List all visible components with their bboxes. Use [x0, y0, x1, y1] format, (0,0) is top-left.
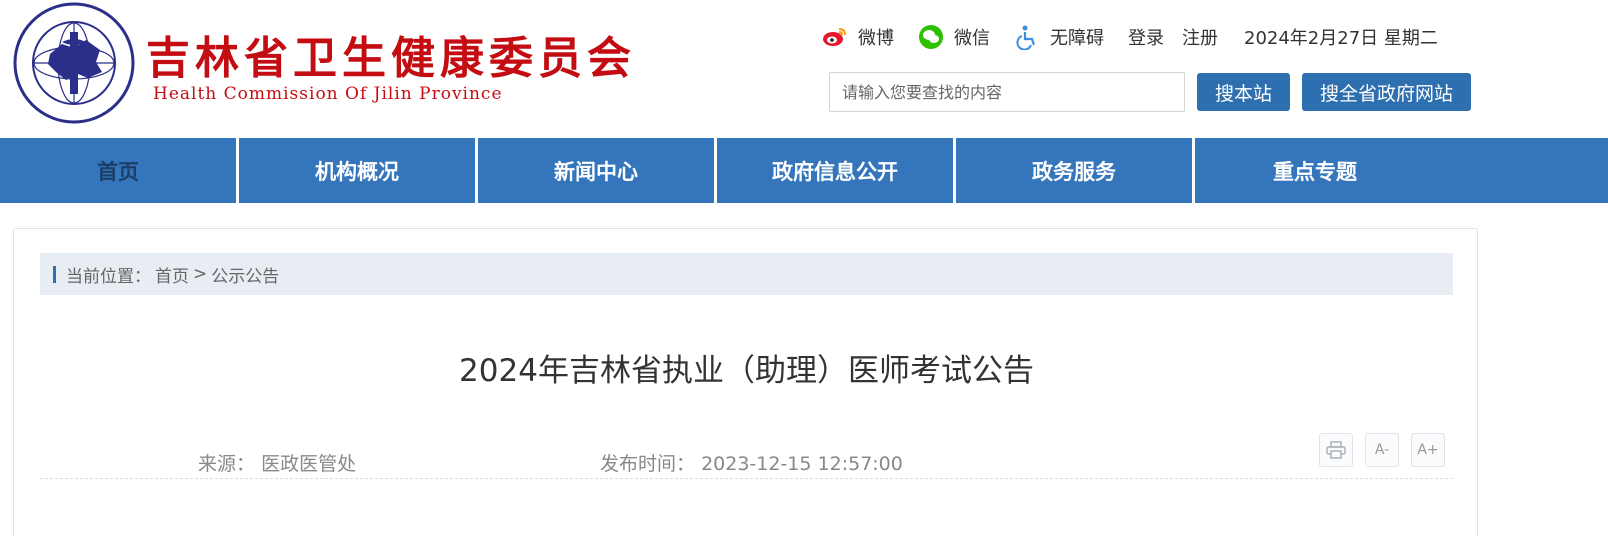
article-meta: 来源： 医政医管处 发布时间： 2023-12-15 12:57:00 [14, 449, 1479, 479]
logo-emblem-icon [13, 2, 135, 124]
accessibility-label: 无障碍 [1050, 28, 1104, 49]
accessibility-link[interactable]: 无障碍 [1014, 24, 1104, 50]
nav-item-topics[interactable]: 重点专题 [1195, 138, 1435, 203]
article-source: 来源： 医政医管处 [198, 449, 356, 476]
search-bar: 搜本站 搜全省政府网站 [829, 72, 1472, 112]
nav-item-services[interactable]: 政务服务 [956, 138, 1195, 203]
site-title-en: Health Commission Of Jilin Province [153, 84, 503, 104]
breadcrumb-marker [53, 265, 56, 283]
breadcrumb: 当前位置： 首页 > 公示公告 [40, 253, 1453, 295]
weibo-link[interactable]: 微博 [822, 24, 894, 50]
nav-item-gov-info[interactable]: 政府信息公开 [717, 138, 956, 203]
top-links: 微博 微信 无障碍 登录 注册 2024年2月27日 星期二 [822, 22, 1438, 52]
site-header: 吉林省卫生健康委员会 Health Commission Of Jilin Pr… [0, 0, 1608, 138]
search-site-button[interactable]: 搜本站 [1197, 73, 1291, 111]
breadcrumb-home[interactable]: 首页 [155, 262, 189, 287]
wechat-icon [918, 24, 944, 50]
wechat-link[interactable]: 微信 [918, 24, 990, 50]
weibo-label: 微博 [858, 28, 894, 49]
breadcrumb-separator: > [193, 264, 208, 284]
wechat-label: 微信 [954, 28, 990, 49]
register-link[interactable]: 注册 [1182, 24, 1218, 50]
publish-time-value: 2023-12-15 12:57:00 [701, 453, 903, 475]
breadcrumb-label: 当前位置： [66, 266, 151, 287]
source-label: 来源： [198, 453, 256, 475]
breadcrumb-current[interactable]: 公示公告 [211, 262, 279, 287]
site-title-cn: 吉林省卫生健康委员会 [146, 33, 636, 84]
nav-item-organization[interactable]: 机构概况 [239, 138, 478, 203]
printer-icon [1326, 441, 1346, 459]
article-panel: 当前位置： 首页 > 公示公告 2024年吉林省执业（助理）医师考试公告 来源：… [13, 228, 1478, 536]
source-value: 医政医管处 [261, 453, 357, 475]
font-smaller-button[interactable]: A- [1365, 433, 1399, 467]
weibo-icon [822, 24, 848, 50]
nav-item-news[interactable]: 新闻中心 [478, 138, 717, 203]
main-nav: 首页 机构概况 新闻中心 政府信息公开 政务服务 重点专题 [0, 138, 1608, 203]
article-publish-time: 发布时间： 2023-12-15 12:57:00 [600, 449, 903, 476]
article-title: 2024年吉林省执业（助理）医师考试公告 [459, 353, 1034, 389]
current-date: 2024年2月27日 星期二 [1244, 28, 1438, 49]
login-link[interactable]: 登录 [1128, 24, 1164, 50]
meta-divider [40, 478, 1453, 479]
site-logo[interactable] [12, 2, 136, 124]
nav-item-home[interactable]: 首页 [0, 138, 239, 203]
print-button[interactable] [1319, 433, 1353, 467]
font-larger-button[interactable]: A+ [1411, 433, 1445, 467]
publish-time-label: 发布时间： [600, 453, 696, 475]
accessibility-icon [1014, 24, 1040, 50]
article-tools: A- A+ [1319, 433, 1457, 467]
search-input[interactable] [829, 72, 1185, 112]
search-province-button[interactable]: 搜全省政府网站 [1302, 73, 1472, 111]
